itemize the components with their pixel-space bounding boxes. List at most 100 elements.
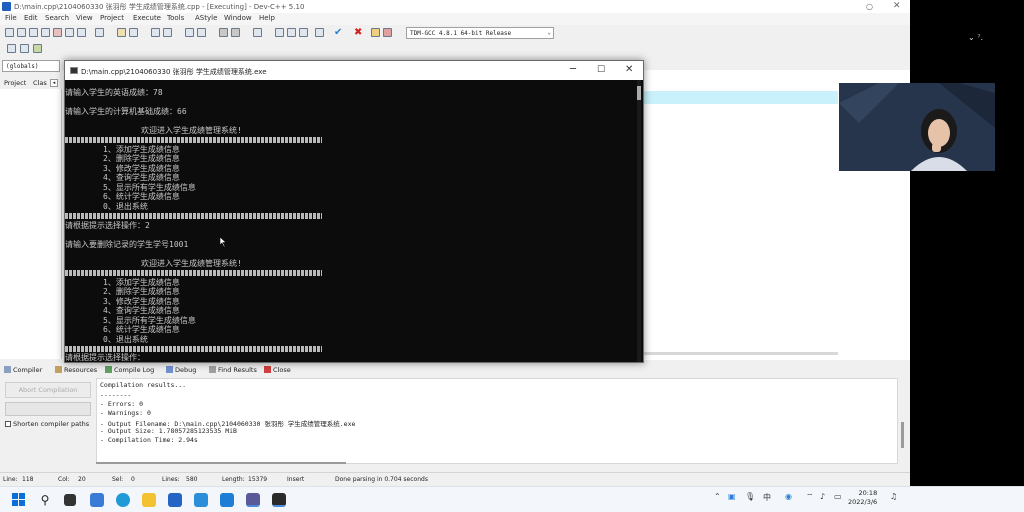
run-icon[interactable] — [287, 28, 296, 37]
save-all-icon[interactable] — [41, 28, 50, 37]
menu-edit[interactable]: Edit — [24, 14, 38, 22]
wifi-icon[interactable]: ⌔ — [806, 492, 814, 502]
bookmark-icon[interactable] — [253, 28, 262, 37]
compile-log-output[interactable]: Compilation results... -------- - Errors… — [96, 378, 898, 464]
profile-icon[interactable] — [371, 28, 380, 37]
menu-file[interactable]: File — [5, 14, 17, 22]
undo-icon[interactable] — [117, 28, 126, 37]
current-line-highlight — [640, 91, 838, 104]
console-choose-line: 请根据提示选择操作：2 — [65, 221, 150, 230]
compile-log-icon — [105, 366, 112, 373]
taskbar-clock[interactable]: 20:18 2022/3/6 — [848, 489, 877, 507]
battery-icon[interactable]: ▭ — [834, 492, 842, 501]
print-icon[interactable] — [95, 28, 104, 37]
devcpp-app-icon — [2, 2, 11, 11]
log-line: - Errors: 0 — [100, 400, 144, 408]
edge-icon[interactable] — [116, 493, 130, 507]
console-window[interactable]: D:\main.cpp\2104060330 张羽彤 学生成绩管理系统.exe … — [64, 60, 644, 363]
status-bar: Line: 118 Col: 20 Sel: 0 Lines: 580 Leng… — [0, 472, 910, 485]
start-icon[interactable] — [12, 493, 26, 507]
status-lines: 580 — [186, 476, 198, 483]
menu-astyle[interactable]: AStyle — [195, 14, 217, 22]
menu-tools[interactable]: Tools — [167, 14, 184, 22]
properties-icon[interactable] — [77, 28, 86, 37]
console-scrollbar[interactable] — [637, 80, 641, 362]
editor-horizontal-scrollbar[interactable] — [640, 352, 838, 355]
menu-project[interactable]: Project — [100, 14, 124, 22]
tab-compile-log[interactable]: Compile Log — [105, 366, 154, 374]
volume-icon[interactable]: ♪ — [820, 492, 825, 501]
back-icon[interactable] — [219, 28, 228, 37]
compiler-select[interactable]: TDM-GCC 4.8.1 64-bit Release ⌄ — [406, 27, 554, 39]
menu-window[interactable]: Window — [224, 14, 252, 22]
indent-icon[interactable] — [185, 28, 194, 37]
compiler-icon — [4, 366, 11, 373]
status-col: 20 — [78, 476, 86, 483]
tab-debug-label: Debug — [175, 366, 197, 374]
new-file-icon[interactable] — [5, 28, 14, 37]
tab-debug[interactable]: Debug — [166, 366, 196, 374]
log-line: - Output Size: 1.78057285123535 MiB — [100, 427, 237, 435]
open-file-icon[interactable] — [17, 28, 26, 37]
tray-app-icon[interactable]: ▣ — [728, 492, 736, 501]
maximize-icon[interactable]: ☐ — [597, 65, 605, 75]
menu-execute[interactable]: Execute — [133, 14, 161, 22]
menu-search[interactable]: Search — [45, 14, 69, 22]
console-output[interactable]: 请输入学生的英语成绩：78 请输入学生的计算机基础成绩：66 欢迎进入学生成绩管… — [65, 80, 643, 362]
menu-view[interactable]: View — [76, 14, 93, 22]
notification-icon[interactable]: ♫ — [890, 492, 897, 501]
search-icon[interactable]: ⚲ — [38, 493, 52, 507]
tab-find-results[interactable]: Find Results — [209, 366, 257, 374]
stop-execution-icon[interactable]: ✖ — [354, 27, 362, 38]
microphone-icon[interactable]: 🎙 — [745, 492, 755, 501]
compile-icon[interactable] — [275, 28, 284, 37]
chevron-up-icon[interactable]: ⌃ — [714, 492, 721, 501]
forward-icon[interactable] — [231, 28, 240, 37]
store-icon[interactable] — [194, 493, 208, 507]
status-mode: Insert — [287, 476, 305, 483]
save-icon[interactable] — [29, 28, 38, 37]
photos-icon[interactable] — [220, 493, 234, 507]
close-file-icon[interactable] — [53, 28, 62, 37]
status-sel-label: Sel: — [112, 476, 124, 483]
tab-project[interactable]: Project — [4, 79, 26, 87]
unindent-icon[interactable] — [197, 28, 206, 37]
mail-icon[interactable] — [168, 493, 182, 507]
shorten-paths-checkbox[interactable]: Shorten compiler paths — [5, 420, 89, 428]
devcpp-taskbar-icon[interactable] — [246, 493, 260, 507]
input-method-icon[interactable]: 中 — [763, 492, 771, 503]
minimize-icon[interactable]: ─ — [570, 64, 576, 75]
tab-scroll-left-icon[interactable]: ◂ — [50, 79, 58, 87]
close-icon[interactable]: ✕ — [625, 64, 633, 75]
goto-icon[interactable] — [33, 44, 42, 53]
tab-compiler[interactable]: Compiler — [4, 366, 42, 374]
scope-select[interactable]: (globals) — [2, 60, 60, 72]
compile-run-icon[interactable] — [299, 28, 308, 37]
insert-icon[interactable] — [7, 44, 16, 53]
console-taskbar-icon[interactable] — [272, 493, 286, 507]
tab-resources[interactable]: Resources — [55, 366, 97, 374]
toggle-icon[interactable] — [20, 44, 29, 53]
redo-icon[interactable] — [129, 28, 138, 37]
menu-help[interactable]: Help — [259, 14, 275, 22]
security-icon[interactable]: ◉ — [785, 492, 792, 501]
check-icon[interactable]: ✔ — [334, 27, 342, 38]
tab-close[interactable]: Close — [264, 366, 291, 374]
console-title: D:\main.cpp\2104060330 张羽彤 学生成绩管理系统.exe — [81, 68, 267, 76]
rebuild-icon[interactable] — [315, 28, 324, 37]
delete-profile-icon[interactable] — [383, 28, 392, 37]
log-horizontal-scrollbar[interactable] — [96, 462, 346, 464]
tab-compile-log-label: Compile Log — [114, 366, 155, 374]
task-view-icon[interactable] — [64, 494, 76, 506]
close-icon[interactable]: ✕ — [893, 1, 901, 11]
close-all-icon[interactable] — [65, 28, 74, 37]
minimize-icon[interactable]: ○ — [866, 2, 873, 11]
replace-icon[interactable] — [163, 28, 172, 37]
widgets-icon[interactable] — [90, 493, 104, 507]
log-vertical-scrollbar[interactable] — [901, 422, 904, 448]
console-scrollbar-thumb[interactable] — [637, 86, 641, 100]
find-icon[interactable] — [151, 28, 160, 37]
abort-compilation-button[interactable]: Abort Compilation — [5, 382, 91, 398]
tab-classes[interactable]: Classes — [33, 79, 47, 87]
file-explorer-icon[interactable] — [142, 493, 156, 507]
